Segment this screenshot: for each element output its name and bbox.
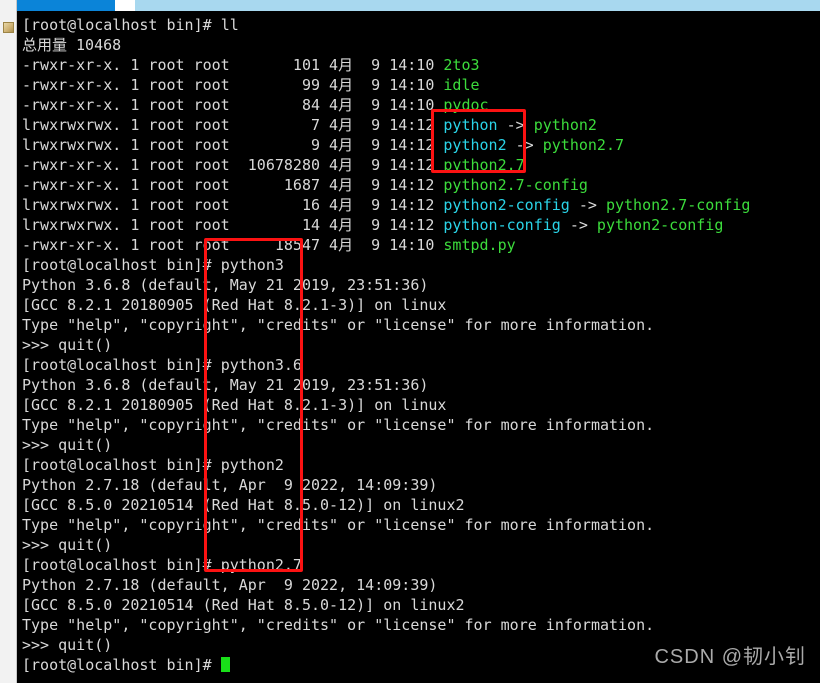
scrollbar-thumb[interactable]	[17, 0, 115, 11]
file-name: smtpd.py	[443, 236, 516, 254]
file-listing-row: -rwxr-xr-x. 1 root root 10678280 4月 9 14…	[22, 155, 820, 175]
listing-metadata: lrwxrwxrwx. 1 root root 7 4月 9 14:12	[22, 116, 444, 134]
file-listing-row: lrwxrwxrwx. 1 root root 14 4月 9 14:12 py…	[22, 215, 820, 235]
output-line: [GCC 8.5.0 20210514 (Red Hat 8.5.0-12)] …	[22, 495, 820, 515]
output-text: Type "help", "copyright", "credits" or "…	[22, 316, 655, 334]
output-line: Type "help", "copyright", "credits" or "…	[22, 415, 820, 435]
output-line: Python 3.6.8 (default, May 21 2019, 23:5…	[22, 275, 820, 295]
listing-metadata: -rwxr-xr-x. 1 root root 101 4月 9 14:10	[22, 56, 444, 74]
watermark: CSDN @韧小钊	[654, 646, 806, 668]
symlink-target: python2.7	[542, 136, 625, 154]
folder-icon	[3, 22, 14, 33]
output-line: 总用量 10468	[22, 35, 820, 55]
file-name: pydoc	[443, 96, 489, 114]
output-line: Python 2.7.18 (default, Apr 9 2022, 14:0…	[22, 475, 820, 495]
output-text: >>> quit()	[22, 436, 113, 454]
output-line: >>> quit()	[22, 335, 820, 355]
file-listing-row: lrwxrwxrwx. 1 root root 9 4月 9 14:12 pyt…	[22, 135, 820, 155]
command-line: [root@localhost bin]# python3.6	[22, 355, 820, 375]
listing-metadata: -rwxr-xr-x. 1 root root 84 4月 9 14:10	[22, 96, 444, 114]
scrollbar-gap	[115, 0, 135, 11]
file-name: python-config	[443, 216, 561, 234]
block-cursor	[220, 657, 230, 672]
command-line: [root@localhost bin]# python2	[22, 455, 820, 475]
symlink-target: python2-config	[596, 216, 724, 234]
shell-command: ll	[220, 16, 239, 34]
listing-metadata: -rwxr-xr-x. 1 root root 99 4月 9 14:10	[22, 76, 444, 94]
output-text: Python 2.7.18 (default, Apr 9 2022, 14:0…	[22, 576, 438, 594]
file-listing-row: -rwxr-xr-x. 1 root root 101 4月 9 14:10 2…	[22, 55, 820, 75]
file-name: python2-config	[443, 196, 570, 214]
output-text: Type "help", "copyright", "credits" or "…	[22, 416, 655, 434]
shell-command: python3.6	[220, 356, 302, 374]
output-text: 总用量 10468	[22, 36, 122, 54]
output-line: Type "help", "copyright", "credits" or "…	[22, 615, 820, 635]
file-name: python2	[443, 136, 507, 154]
output-line: [GCC 8.2.1 20180905 (Red Hat 8.2.1-3)] o…	[22, 395, 820, 415]
listing-metadata: lrwxrwxrwx. 1 root root 9 4月 9 14:12	[22, 136, 444, 154]
shell-prompt: [root@localhost bin]#	[22, 456, 221, 474]
output-line: [GCC 8.2.1 20180905 (Red Hat 8.2.1-3)] o…	[22, 295, 820, 315]
left-gutter-strip	[0, 0, 17, 683]
output-line: >>> quit()	[22, 535, 820, 555]
output-text: >>> quit()	[22, 536, 113, 554]
listing-metadata: -rwxr-xr-x. 1 root root 18547 4月 9 14:10	[22, 236, 444, 254]
output-text: Python 3.6.8 (default, May 21 2019, 23:5…	[22, 376, 429, 394]
listing-metadata: -rwxr-xr-x. 1 root root 10678280 4月 9 14…	[22, 156, 444, 174]
output-text: Type "help", "copyright", "credits" or "…	[22, 516, 655, 534]
shell-command: python3	[220, 256, 284, 274]
output-text: [GCC 8.5.0 20210514 (Red Hat 8.5.0-12)] …	[22, 596, 465, 614]
shell-prompt: [root@localhost bin]#	[22, 16, 221, 34]
listing-metadata: lrwxrwxrwx. 1 root root 14 4月 9 14:12	[22, 216, 444, 234]
output-line: >>> quit()	[22, 435, 820, 455]
file-listing-row: lrwxrwxrwx. 1 root root 7 4月 9 14:12 pyt…	[22, 115, 820, 135]
output-line: [GCC 8.5.0 20210514 (Red Hat 8.5.0-12)] …	[22, 595, 820, 615]
file-name: idle	[443, 76, 480, 94]
terminal-window: [root@localhost bin]# ll 总用量 10468 -rwxr-x…	[0, 0, 820, 683]
shell-command: python2.7	[220, 556, 302, 574]
shell-prompt: [root@localhost bin]#	[22, 656, 221, 674]
listing-metadata: -rwxr-xr-x. 1 root root 1687 4月 9 14:12	[22, 176, 444, 194]
output-text: Type "help", "copyright", "credits" or "…	[22, 616, 655, 634]
listing-metadata: lrwxrwxrwx. 1 root root 16 4月 9 14:12	[22, 196, 444, 214]
symlink-arrow: ->	[497, 116, 534, 134]
shell-command: python2	[220, 456, 284, 474]
output-text: >>> quit()	[22, 636, 113, 654]
shell-prompt: [root@localhost bin]#	[22, 256, 221, 274]
file-listing-row: -rwxr-xr-x. 1 root root 18547 4月 9 14:10…	[22, 235, 820, 255]
output-text: >>> quit()	[22, 336, 113, 354]
file-name: python	[443, 116, 498, 134]
output-text: [GCC 8.5.0 20210514 (Red Hat 8.5.0-12)] …	[22, 496, 465, 514]
output-line: Python 2.7.18 (default, Apr 9 2022, 14:0…	[22, 575, 820, 595]
command-line: [root@localhost bin]# python3	[22, 255, 820, 275]
symlink-arrow: ->	[560, 216, 597, 234]
file-listing-row: -rwxr-xr-x. 1 root root 99 4月 9 14:10 id…	[22, 75, 820, 95]
output-text: Python 2.7.18 (default, Apr 9 2022, 14:0…	[22, 476, 438, 494]
horizontal-scrollbar[interactable]	[17, 0, 820, 11]
symlink-target: python2.7-config	[605, 196, 751, 214]
file-listing-row: -rwxr-xr-x. 1 root root 84 4月 9 14:10 py…	[22, 95, 820, 115]
file-name: python2.7	[443, 156, 525, 174]
file-name: python2.7-config	[443, 176, 588, 194]
file-listing-row: -rwxr-xr-x. 1 root root 1687 4月 9 14:12 …	[22, 175, 820, 195]
output-text: [GCC 8.2.1 20180905 (Red Hat 8.2.1-3)] o…	[22, 296, 447, 314]
output-text: [GCC 8.2.1 20180905 (Red Hat 8.2.1-3)] o…	[22, 396, 447, 414]
output-line: Python 3.6.8 (default, May 21 2019, 23:5…	[22, 375, 820, 395]
output-text: Python 3.6.8 (default, May 21 2019, 23:5…	[22, 276, 429, 294]
symlink-arrow: ->	[506, 136, 543, 154]
command-line: [root@localhost bin]# python2.7	[22, 555, 820, 575]
command-line: [root@localhost bin]# ll	[22, 15, 820, 35]
symlink-target: python2	[533, 116, 597, 134]
symlink-arrow: ->	[569, 196, 606, 214]
file-name: 2to3	[443, 56, 480, 74]
shell-prompt: [root@localhost bin]#	[22, 356, 221, 374]
file-listing-row: lrwxrwxrwx. 1 root root 16 4月 9 14:12 py…	[22, 195, 820, 215]
shell-prompt: [root@localhost bin]#	[22, 556, 221, 574]
output-line: Type "help", "copyright", "credits" or "…	[22, 515, 820, 535]
terminal-output[interactable]: [root@localhost bin]# ll 总用量 10468 -rwxr-x…	[18, 11, 820, 683]
output-line: Type "help", "copyright", "credits" or "…	[22, 315, 820, 335]
